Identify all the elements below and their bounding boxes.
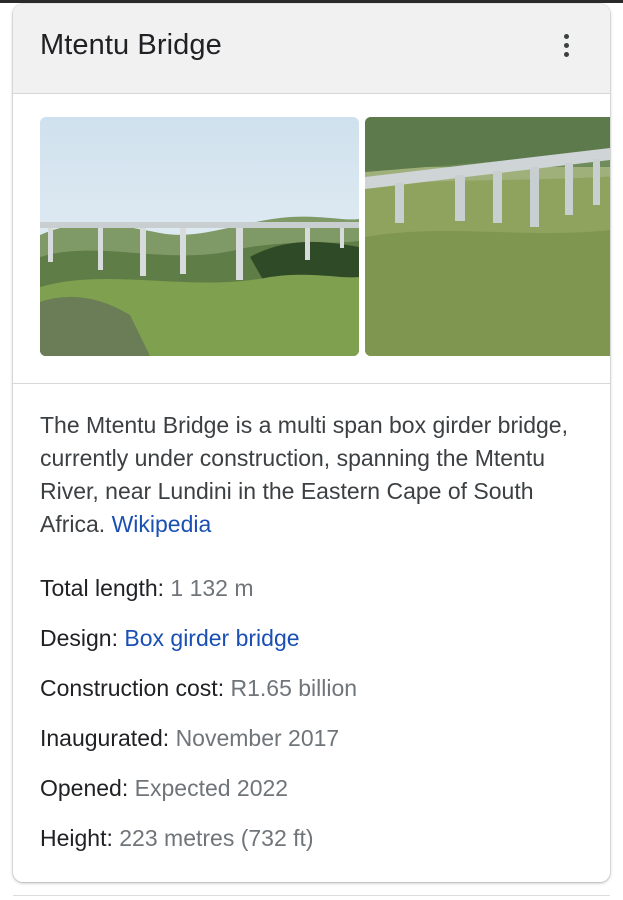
- fact-height: Height: 223 metres (732 ft): [40, 821, 590, 871]
- bridge-photo-1[interactable]: [40, 117, 359, 356]
- fact-value: 1 132 m: [170, 575, 254, 601]
- fact-value: Expected 2022: [134, 775, 289, 801]
- panel-header: Mtentu Bridge: [13, 4, 610, 94]
- fact-label: Total length:: [40, 575, 165, 601]
- more-options-icon[interactable]: [553, 28, 579, 62]
- fact-label: Height:: [40, 825, 113, 851]
- fact-value: November 2017: [175, 725, 340, 751]
- fact-construction-cost: Construction cost: R1.65 billion: [40, 671, 590, 721]
- fact-label: Design:: [40, 625, 118, 651]
- fact-inaugurated: Inaugurated: November 2017: [40, 721, 590, 771]
- knowledge-panel: Mtentu Bridge The Mtentu Bridge is a mul…: [13, 4, 610, 882]
- top-edge-line: [0, 0, 623, 3]
- fact-opened: Opened: Expected 2022: [40, 771, 590, 821]
- design-link[interactable]: Box girder bridge: [124, 625, 299, 651]
- bridge-photo-2[interactable]: [365, 117, 610, 356]
- fact-label: Opened:: [40, 775, 129, 801]
- description: The Mtentu Bridge is a multi span box gi…: [40, 409, 590, 541]
- fact-design: Design: Box girder bridge: [40, 621, 590, 671]
- fact-label: Construction cost:: [40, 675, 225, 701]
- fact-total-length: Total length: 1 132 m: [40, 571, 590, 621]
- image-carousel[interactable]: [13, 94, 610, 384]
- fact-value: R1.65 billion: [230, 675, 358, 701]
- facts-list: Total length: 1 132 m Design: Box girder…: [40, 571, 590, 871]
- wikipedia-link[interactable]: Wikipedia: [112, 511, 212, 537]
- panel-title: Mtentu Bridge: [40, 29, 222, 61]
- fact-value: 223 metres (732 ft): [119, 825, 314, 851]
- fact-label: Inaugurated:: [40, 725, 170, 751]
- divider: [13, 895, 610, 896]
